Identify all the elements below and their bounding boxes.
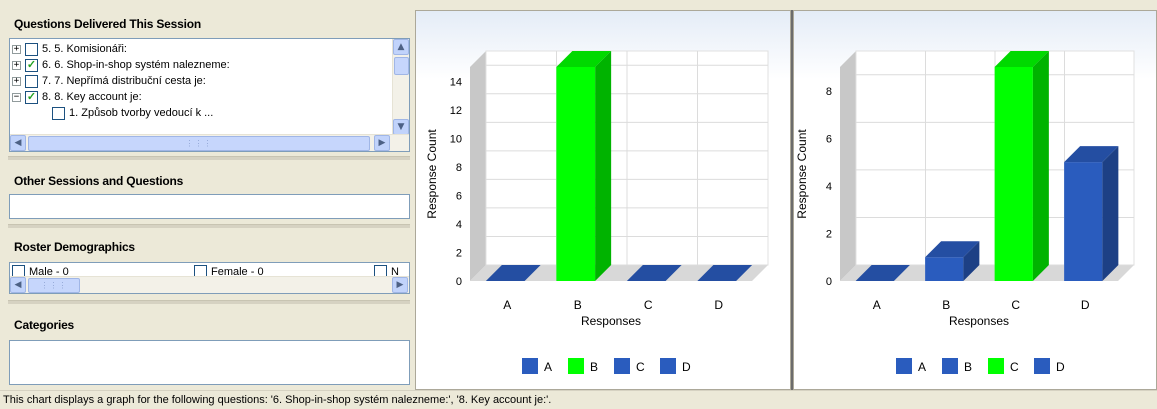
x-axis-label: Responses: [581, 314, 641, 328]
legend-label: A: [544, 360, 552, 374]
expand-icon[interactable]: +: [12, 60, 21, 70]
legend-swatch: [568, 358, 584, 374]
scroll-up-icon[interactable]: ▲: [393, 39, 409, 55]
scroll-thumb-horizontal[interactable]: ⋮⋮⋮: [28, 136, 370, 151]
y-tick-label: 10: [450, 133, 462, 145]
roster-demographics-title: Roster Demographics: [14, 240, 135, 254]
legend-swatch: [522, 358, 538, 374]
question-checkbox[interactable]: [25, 58, 38, 72]
legend-label: B: [590, 360, 598, 374]
roster-demographics-box[interactable]: Male - 0 Female - 0 N ◀ ⋮⋮⋮ ▶: [9, 262, 410, 294]
x-tick-label: A: [873, 298, 881, 312]
collapse-icon[interactable]: −: [12, 92, 21, 102]
y-tick-label: 6: [826, 133, 832, 145]
y-tick-label: 8: [456, 162, 462, 174]
section-divider: [8, 224, 410, 228]
y-axis-label: Response Count: [425, 129, 439, 219]
y-tick-label: 12: [450, 105, 462, 117]
bar-side: [1032, 51, 1049, 281]
x-tick-label: C: [644, 298, 653, 312]
scroll-right-icon[interactable]: ▶: [392, 277, 408, 293]
y-tick-label: 2: [826, 228, 832, 240]
legend-swatch: [942, 358, 958, 374]
y-tick-label: 0: [826, 276, 832, 288]
x-tick-label: D: [714, 298, 723, 312]
scroll-left-icon[interactable]: ◀: [10, 135, 26, 151]
question-checkbox[interactable]: [25, 74, 38, 88]
question-checkbox[interactable]: [52, 106, 65, 120]
chart-panel-2: 0 2 4 6 8 A B C D Responses Response Count A B C D: [793, 10, 1157, 390]
x-tick-label: C: [1011, 298, 1020, 312]
questions-section-title: Questions Delivered This Session: [14, 17, 201, 31]
status-bar: This chart displays a graph for the foll…: [0, 390, 1157, 409]
y-tick-label: 8: [826, 86, 832, 98]
question-tree-item[interactable]: +6. 6. Shop-in-shop systém nalezneme:: [12, 57, 230, 73]
bar-side: [595, 51, 612, 281]
bar: [925, 257, 964, 281]
legend-label: C: [636, 360, 645, 374]
section-divider: [8, 300, 410, 304]
legend-swatch: [614, 358, 630, 374]
legend-label: D: [1056, 360, 1065, 374]
y-tick-label: 6: [456, 190, 462, 202]
question-checkbox[interactable]: [25, 90, 38, 104]
y-axis-label: Response Count: [795, 129, 809, 219]
y-tick-label: 4: [826, 181, 832, 193]
scroll-thumb[interactable]: [394, 57, 409, 75]
bar: [556, 67, 596, 281]
legend-swatch: [896, 358, 912, 374]
bar-side: [1102, 146, 1119, 281]
x-tick-label: B: [574, 298, 582, 312]
other-sessions-box[interactable]: [9, 194, 410, 219]
chart-side-wall: [840, 51, 856, 281]
roster-horizontal-scrollbar[interactable]: ◀ ⋮⋮⋮ ▶: [10, 276, 409, 293]
question-tree-item[interactable]: 1. Způsob tvorby vedoucí k ...: [52, 105, 213, 121]
questions-tree[interactable]: +5. 5. Komisionáři:+6. 6. Shop-in-shop s…: [9, 38, 410, 152]
scroll-down-icon[interactable]: ▼: [393, 119, 409, 135]
x-tick-label: B: [942, 298, 950, 312]
x-axis-label: Responses: [949, 314, 1009, 328]
question-label: 7. 7. Nepřímá distribuční cesta je:: [42, 75, 206, 87]
bar-chart-2: 0 2 4 6 8 A B C D Responses Response Count A B C D: [795, 50, 1135, 374]
legend-swatch: [660, 358, 676, 374]
scroll-left-icon[interactable]: ◀: [10, 277, 26, 293]
legend-label: B: [964, 360, 972, 374]
bar: [994, 67, 1033, 281]
question-tree-item[interactable]: +7. 7. Nepřímá distribuční cesta je:: [12, 73, 206, 89]
categories-title: Categories: [14, 318, 75, 332]
expand-icon[interactable]: +: [12, 44, 21, 54]
question-tree-item[interactable]: +5. 5. Komisionáři:: [12, 41, 127, 57]
x-tick-label: D: [1081, 298, 1090, 312]
question-label: 1. Způsob tvorby vedoucí k ...: [69, 107, 214, 119]
expand-icon[interactable]: +: [12, 76, 21, 86]
legend-label: C: [1010, 360, 1019, 374]
y-tick-label: 0: [456, 276, 462, 288]
legend-label: D: [682, 360, 691, 374]
question-checkbox[interactable]: [25, 42, 38, 56]
scroll-right-icon[interactable]: ▶: [374, 135, 390, 151]
chart-panel-1: 0 2 4 6 8 10 12 14 A B C D Responses Response Count A B…: [415, 10, 791, 390]
y-tick-label: 4: [456, 219, 462, 231]
scroll-thumb-horizontal[interactable]: ⋮⋮⋮: [28, 278, 80, 293]
questions-vertical-scrollbar[interactable]: ▲ ▼: [392, 39, 409, 136]
question-label: 8. 8. Key account je:: [42, 91, 142, 103]
y-tick-label: 14: [450, 76, 462, 88]
legend-swatch: [1034, 358, 1050, 374]
categories-box[interactable]: [9, 340, 410, 385]
left-panel: Questions Delivered This Session +5. 5. …: [0, 0, 414, 390]
chart-side-wall: [470, 51, 486, 281]
x-tick-label: A: [503, 298, 511, 312]
legend-label: A: [918, 360, 926, 374]
question-label: 6. 6. Shop-in-shop systém nalezneme:: [42, 59, 230, 71]
questions-horizontal-scrollbar[interactable]: ◀ ⋮⋮⋮ ▶: [10, 134, 409, 151]
y-tick-label: 2: [456, 247, 462, 259]
bar-chart-1: 0 2 4 6 8 10 12 14 A B C D Responses Response Count A B…: [425, 50, 769, 374]
question-label: 5. 5. Komisionáři:: [42, 43, 127, 55]
question-tree-item[interactable]: − 8. 8. Key account je:: [12, 89, 142, 105]
legend-swatch: [988, 358, 1004, 374]
section-divider: [8, 156, 410, 160]
other-sessions-title: Other Sessions and Questions: [14, 174, 184, 188]
bar: [1064, 162, 1103, 281]
